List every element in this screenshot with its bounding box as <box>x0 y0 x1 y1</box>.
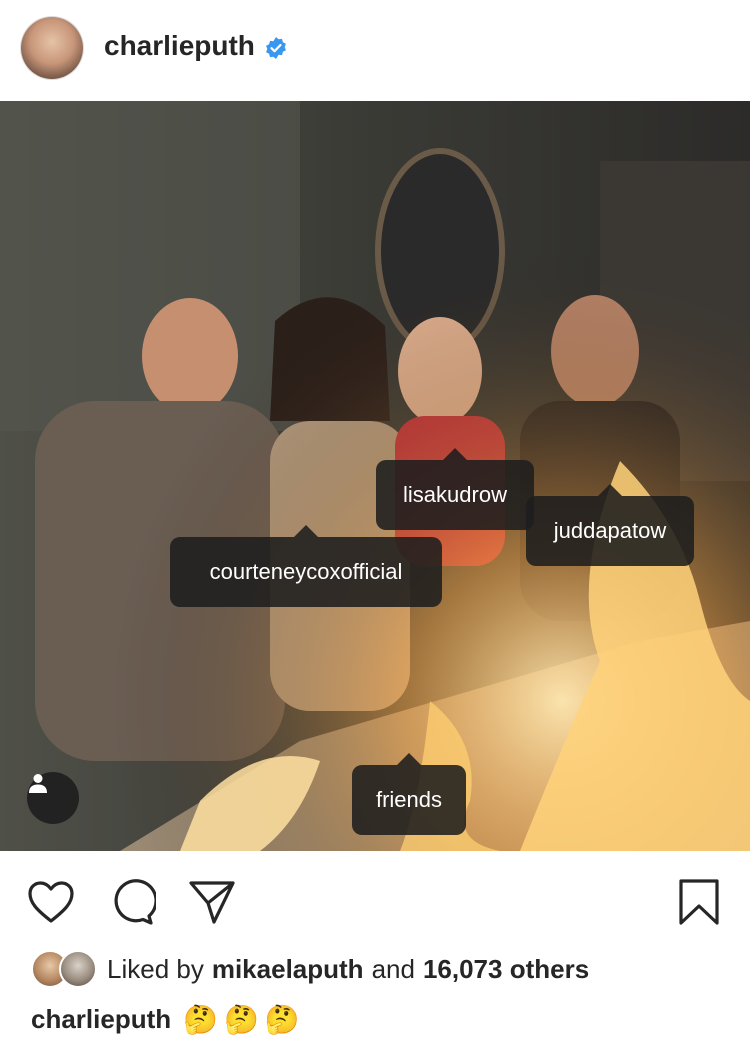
comment-icon <box>114 879 156 925</box>
thinking-emoji: 🤔 <box>264 1003 300 1035</box>
verified-badge-icon <box>266 37 286 59</box>
more-options-button[interactable] <box>682 30 730 66</box>
post-username[interactable]: charlieputh <box>104 30 255 62</box>
likes-prefix: Liked by <box>107 953 204 984</box>
tag-label: courteneycoxofficial <box>209 559 403 584</box>
photo-tag-juddapatow[interactable]: juddapatow <box>526 484 694 566</box>
photo-tag-friends[interactable]: friends <box>352 753 466 835</box>
caption-username[interactable]: charlieputh <box>31 1004 171 1035</box>
photo-scene <box>0 101 750 851</box>
comment-button[interactable] <box>106 876 158 928</box>
tag-label: juddapatow <box>553 518 667 543</box>
thinking-emoji: 🤔 <box>224 1003 259 1035</box>
tag-label: lisakudrow <box>403 482 507 507</box>
likes-summary: Liked by mikaelaputh and 16,073 others <box>31 950 589 988</box>
likes-connector: and <box>371 953 415 984</box>
person-icon <box>29 774 47 793</box>
action-bar <box>0 852 750 948</box>
send-icon <box>189 881 235 924</box>
share-button[interactable] <box>186 876 238 928</box>
save-button[interactable] <box>673 876 725 928</box>
user-avatar[interactable] <box>21 17 83 79</box>
post-header: charlieputh <box>0 0 750 100</box>
liker-avatar[interactable] <box>59 950 97 988</box>
tagged-users-button[interactable] <box>27 772 79 824</box>
heart-icon <box>28 881 74 923</box>
liker-username[interactable]: mikaelaputh <box>212 954 364 985</box>
caption-text: 🤔 🤔 🤔 <box>183 1003 306 1036</box>
post-photo[interactable]: lisakudrow juddapatow courteneycoxoffici… <box>0 101 750 851</box>
like-button[interactable] <box>25 876 77 928</box>
photo-tag-courteneycoxofficial[interactable]: courteneycoxofficial <box>170 525 442 607</box>
photo-tag-lisakudrow[interactable]: lisakudrow <box>376 448 534 530</box>
thinking-emoji: 🤔 <box>183 1003 219 1035</box>
tag-label: friends <box>375 787 443 812</box>
post-caption: charlieputh 🤔 🤔 🤔 <box>31 999 306 1039</box>
likes-count[interactable]: 16,073 others <box>423 954 589 985</box>
bookmark-icon <box>679 879 719 925</box>
